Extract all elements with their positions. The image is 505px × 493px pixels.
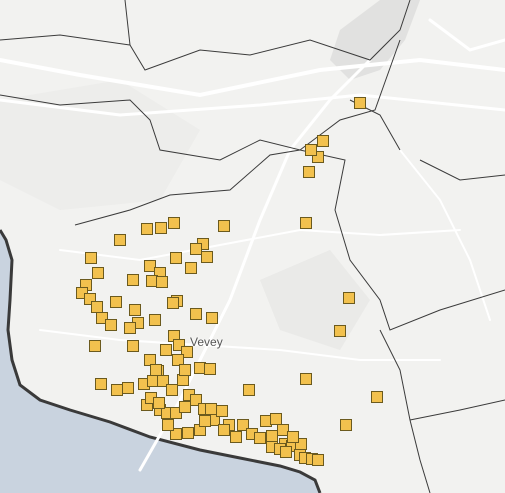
map-marker[interactable] [343, 292, 355, 304]
map-marker[interactable] [243, 384, 255, 396]
map-marker[interactable] [254, 432, 266, 444]
map-marker[interactable] [153, 397, 165, 409]
map-marker[interactable] [89, 340, 101, 352]
map-marker[interactable] [168, 217, 180, 229]
map-marker[interactable] [166, 384, 178, 396]
map-marker[interactable] [91, 301, 103, 313]
map-marker[interactable] [201, 251, 213, 263]
map-marker[interactable] [312, 454, 324, 466]
map-marker[interactable] [156, 276, 168, 288]
map-marker[interactable] [194, 362, 206, 374]
map-marker[interactable] [317, 135, 329, 147]
map-marker[interactable] [162, 419, 174, 431]
map-marker[interactable] [199, 415, 211, 427]
map-marker[interactable] [287, 431, 299, 443]
map-marker[interactable] [371, 391, 383, 403]
map-marker[interactable] [129, 304, 141, 316]
map-marker[interactable] [147, 375, 159, 387]
map-marker[interactable] [155, 222, 167, 234]
map-marker[interactable] [230, 431, 242, 443]
map-marker[interactable] [95, 378, 107, 390]
map-marker[interactable] [185, 262, 197, 274]
map-marker[interactable] [179, 364, 191, 376]
map-marker[interactable] [260, 415, 272, 427]
map-marker[interactable] [105, 319, 117, 331]
map-marker[interactable] [111, 384, 123, 396]
map-marker[interactable] [182, 427, 194, 439]
map-marker[interactable] [85, 252, 97, 264]
map-marker[interactable] [218, 220, 230, 232]
map-marker[interactable] [206, 312, 218, 324]
map-marker[interactable] [340, 419, 352, 431]
map-marker[interactable] [127, 274, 139, 286]
map-marker[interactable] [204, 363, 216, 375]
map-marker[interactable] [300, 217, 312, 229]
map-marker[interactable] [160, 344, 172, 356]
map-marker[interactable] [114, 234, 126, 246]
map-marker[interactable] [179, 401, 191, 413]
map-marker[interactable] [277, 424, 289, 436]
map-marker[interactable] [305, 144, 317, 156]
map-marker[interactable] [205, 403, 217, 415]
map-marker[interactable] [266, 430, 278, 442]
map-marker[interactable] [146, 275, 158, 287]
map-marker[interactable] [270, 413, 282, 425]
map-marker[interactable] [127, 340, 139, 352]
map-marker[interactable] [122, 382, 134, 394]
map-marker[interactable] [334, 325, 346, 337]
map-marker[interactable] [280, 446, 292, 458]
map-marker[interactable] [150, 364, 162, 376]
map-marker[interactable] [300, 373, 312, 385]
map-marker[interactable] [167, 297, 179, 309]
map-marker[interactable] [218, 424, 230, 436]
map-view[interactable]: Vevey [0, 0, 505, 493]
map-marker[interactable] [303, 166, 315, 178]
map-marker[interactable] [92, 267, 104, 279]
map-marker[interactable] [190, 243, 202, 255]
map-marker[interactable] [172, 354, 184, 366]
map-marker[interactable] [141, 223, 153, 235]
map-marker[interactable] [216, 405, 228, 417]
place-label-vevey: Vevey [190, 335, 223, 349]
map-marker[interactable] [144, 260, 156, 272]
map-marker[interactable] [177, 374, 189, 386]
map-canvas[interactable] [0, 0, 505, 493]
map-marker[interactable] [110, 296, 122, 308]
map-marker[interactable] [144, 354, 156, 366]
map-marker[interactable] [149, 314, 161, 326]
map-marker[interactable] [190, 308, 202, 320]
map-marker[interactable] [170, 252, 182, 264]
map-marker[interactable] [124, 322, 136, 334]
map-marker[interactable] [354, 97, 366, 109]
